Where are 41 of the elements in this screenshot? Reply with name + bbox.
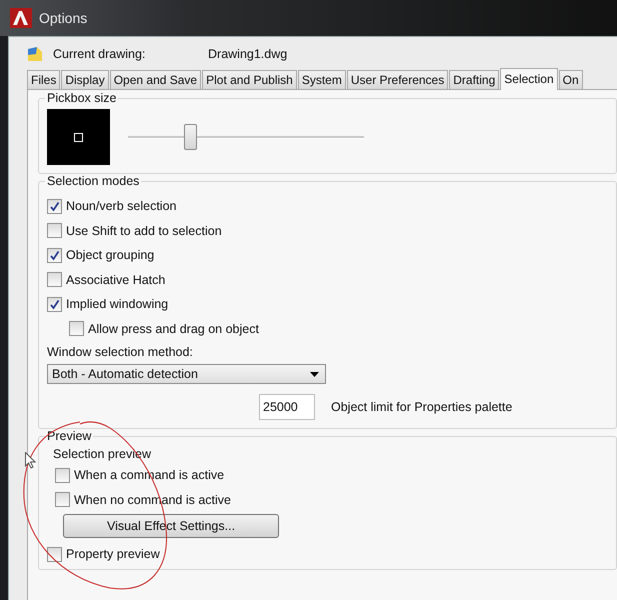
checkbox[interactable] xyxy=(69,321,84,336)
checkbox[interactable] xyxy=(55,468,70,483)
group-title: Preview xyxy=(45,429,94,443)
group-title: Selection modes xyxy=(45,174,142,188)
tab[interactable]: System xyxy=(298,70,346,89)
window-selection-dropdown[interactable]: Both - Automatic detection xyxy=(47,364,326,384)
field-label: Window selection method: xyxy=(47,345,194,359)
checkbox-label[interactable]: Associative Hatch xyxy=(66,272,166,287)
checkbox-label[interactable]: Implied windowing xyxy=(66,297,168,312)
current-drawing-name: Drawing1.dwg xyxy=(208,47,288,61)
checkbox[interactable] xyxy=(47,296,62,312)
checkbox-label[interactable]: Use Shift to add to selection xyxy=(66,224,222,238)
tab[interactable]: Drafting xyxy=(449,70,500,89)
dropdown-arrow-icon xyxy=(310,372,319,376)
field-label: Object limit for Properties palette xyxy=(331,400,512,414)
tab[interactable]: Display xyxy=(61,70,109,89)
tab[interactable]: Files xyxy=(27,70,60,89)
slider-thumb[interactable] xyxy=(184,124,198,150)
checkbox[interactable] xyxy=(47,272,62,288)
checkbox-label[interactable]: Object grouping xyxy=(66,248,154,262)
tab[interactable]: Selection xyxy=(500,68,558,90)
object-limit-field[interactable]: 25000 xyxy=(259,394,315,420)
checkbox[interactable] xyxy=(47,223,62,238)
checkbox-label[interactable]: Noun/verb selection xyxy=(66,199,176,214)
tab[interactable]: Plot and Publish xyxy=(202,70,297,89)
pickbox-slider[interactable] xyxy=(128,124,364,150)
checkbox[interactable] xyxy=(47,198,62,214)
checkbox[interactable] xyxy=(47,248,62,263)
drawing-file-icon xyxy=(27,46,43,62)
tab[interactable]: On xyxy=(558,70,583,89)
checkbox[interactable] xyxy=(55,492,70,508)
tab[interactable]: User Preferences xyxy=(346,70,448,89)
group-title: Pickbox size xyxy=(45,91,118,105)
app-icon xyxy=(10,8,32,28)
pickbox-preview xyxy=(47,109,110,165)
tab[interactable]: Open and Save xyxy=(110,70,202,89)
checkbox-label[interactable]: Property preview xyxy=(66,547,160,562)
window-title: Options xyxy=(39,10,88,26)
checkbox-label[interactable]: Allow press and drag on object xyxy=(88,322,259,336)
checkbox[interactable] xyxy=(47,546,62,562)
current-drawing-label: Current drawing: xyxy=(53,47,146,61)
